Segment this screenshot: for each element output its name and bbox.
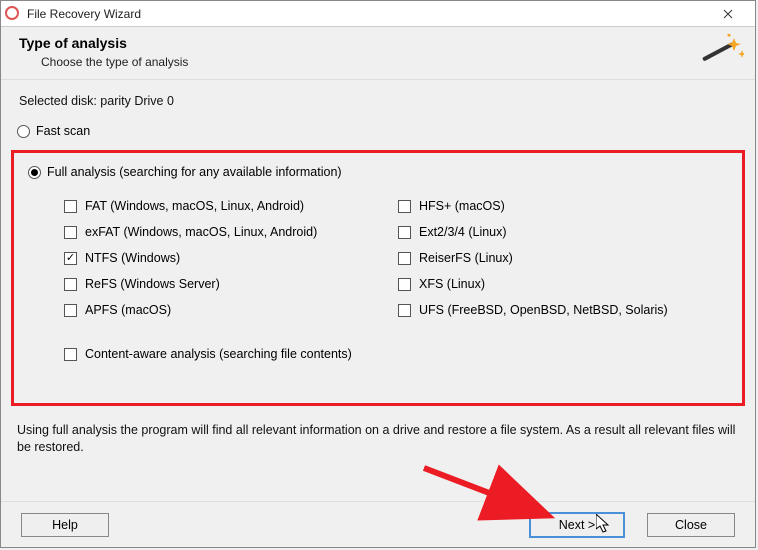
checkbox-hfsplus[interactable]: HFS+ (macOS) (398, 199, 722, 213)
radio-label: Fast scan (36, 124, 90, 138)
checkbox-ufs[interactable]: UFS (FreeBSD, OpenBSD, NetBSD, Solaris) (398, 303, 722, 317)
app-icon (5, 6, 21, 22)
radio-icon (17, 125, 30, 138)
checkbox-label: ReiserFS (Linux) (419, 251, 513, 265)
checkbox-icon (398, 252, 411, 265)
checkbox-ext234[interactable]: Ext2/3/4 (Linux) (398, 225, 722, 239)
checkbox-xfs[interactable]: XFS (Linux) (398, 277, 722, 291)
close-button[interactable]: Close (647, 513, 735, 537)
checkbox-icon (64, 252, 77, 265)
checkbox-icon (64, 278, 77, 291)
help-button[interactable]: Help (21, 513, 109, 537)
checkbox-label: XFS (Linux) (419, 277, 485, 291)
checkbox-label: Content-aware analysis (searching file c… (85, 347, 352, 361)
wizard-window: File Recovery Wizard Type of analysis Ch… (0, 0, 756, 548)
radio-label: Full analysis (searching for any availab… (47, 165, 342, 179)
checkbox-label: Ext2/3/4 (Linux) (419, 225, 507, 239)
checkbox-icon (64, 226, 77, 239)
checkbox-label: APFS (macOS) (85, 303, 171, 317)
checkbox-icon (398, 278, 411, 291)
wizard-wand-icon (696, 34, 744, 74)
checkbox-label: FAT (Windows, macOS, Linux, Android) (85, 199, 304, 213)
checkbox-label: ReFS (Windows Server) (85, 277, 220, 291)
checkbox-fat[interactable]: FAT (Windows, macOS, Linux, Android) (64, 199, 388, 213)
wizard-header: Type of analysis Choose the type of anal… (1, 27, 755, 73)
checkbox-apfs[interactable]: APFS (macOS) (64, 303, 388, 317)
checkbox-content-aware[interactable]: Content-aware analysis (searching file c… (64, 347, 722, 361)
checkbox-refs[interactable]: ReFS (Windows Server) (64, 277, 388, 291)
checkbox-reiserfs[interactable]: ReiserFS (Linux) (398, 251, 722, 265)
checkbox-icon (398, 226, 411, 239)
page-subtitle: Choose the type of analysis (41, 55, 188, 69)
description-text: Using full analysis the program will fin… (17, 422, 739, 456)
checkbox-icon (398, 200, 411, 213)
next-button[interactable]: Next > (529, 512, 625, 538)
checkbox-icon (398, 304, 411, 317)
checkbox-exfat[interactable]: exFAT (Windows, macOS, Linux, Android) (64, 225, 388, 239)
window-title: File Recovery Wizard (27, 7, 705, 21)
wizard-footer: Help Next > Close (1, 501, 755, 547)
checkbox-label: NTFS (Windows) (85, 251, 180, 265)
radio-fast-scan[interactable]: Fast scan (17, 124, 739, 138)
checkbox-label: UFS (FreeBSD, OpenBSD, NetBSD, Solaris) (419, 303, 668, 317)
titlebar: File Recovery Wizard (1, 1, 755, 27)
radio-full-analysis[interactable]: Full analysis (searching for any availab… (28, 165, 722, 179)
radio-icon (28, 166, 41, 179)
checkbox-icon (64, 304, 77, 317)
close-icon[interactable] (705, 1, 751, 27)
wizard-content: Selected disk: parity Drive 0 Fast scan … (1, 80, 755, 501)
checkbox-icon (64, 200, 77, 213)
selected-disk-label: Selected disk: parity Drive 0 (19, 94, 739, 108)
highlight-box: Full analysis (searching for any availab… (11, 150, 745, 406)
checkbox-label: exFAT (Windows, macOS, Linux, Android) (85, 225, 317, 239)
checkbox-label: HFS+ (macOS) (419, 199, 505, 213)
checkbox-ntfs[interactable]: NTFS (Windows) (64, 251, 388, 265)
page-title: Type of analysis (19, 35, 188, 51)
checkbox-icon (64, 348, 77, 361)
